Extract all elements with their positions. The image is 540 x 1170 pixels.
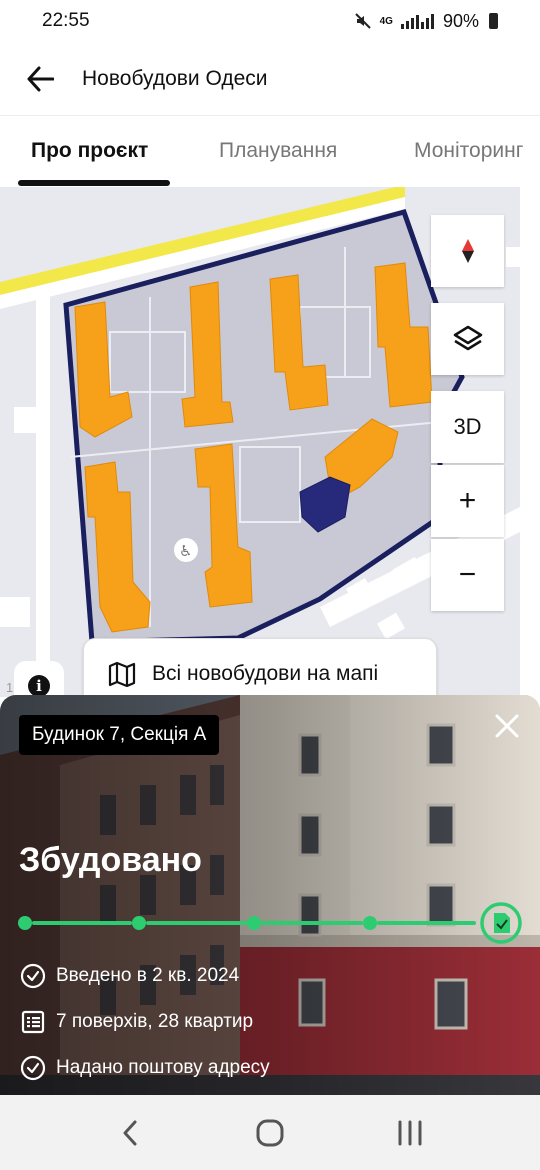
system-nav-bar — [0, 1095, 540, 1170]
status-icons: 4G 90% — [354, 11, 498, 32]
check-circle-icon — [20, 1055, 46, 1081]
battery-icon — [489, 13, 498, 29]
3d-button[interactable]: 3D — [431, 391, 504, 463]
building-card: Будинок 7, Секція А Збудовано Введено в … — [0, 695, 540, 1095]
status-time: 22:55 — [42, 10, 90, 31]
page-title: Новобудови Одеси — [82, 66, 268, 90]
site-map[interactable]: 16 ♿ — [0, 187, 520, 697]
progress-step-4 — [363, 916, 377, 930]
section-badge: Будинок 7, Секція А — [19, 715, 220, 755]
home-nav-icon — [256, 1119, 284, 1146]
list-icon — [21, 1010, 45, 1034]
fact-address-text: Надано поштову адресу — [56, 1057, 270, 1078]
svg-text:♿: ♿ — [179, 543, 192, 560]
zoom-in-button[interactable]: + — [431, 465, 504, 537]
layers-button[interactable] — [431, 303, 504, 375]
fact-floors-text: 7 поверхів, 28 квартир — [56, 1011, 254, 1032]
fact-commissioned-text: Введено в 2 кв. 2024 — [56, 965, 240, 986]
tab-planning[interactable]: Планування — [219, 139, 337, 163]
all-buildings-map-label: Всі новобудови на мапі — [152, 662, 379, 685]
progress-step-3 — [247, 916, 261, 930]
progress-step-2 — [132, 916, 146, 930]
back-nav-icon — [123, 1120, 137, 1145]
nav-back-button[interactable] — [100, 1103, 160, 1163]
check-circle-icon — [20, 963, 46, 989]
tab-monitoring[interactable]: Моніторинг — [414, 139, 523, 163]
tab-bar: Про проєкт Планування Моніторинг — [0, 117, 540, 187]
signal-icon — [400, 14, 434, 29]
map-icon — [108, 661, 136, 687]
layers-icon — [453, 325, 482, 351]
progress-step-1 — [18, 916, 32, 930]
compass-icon — [461, 239, 474, 263]
status-bar: 22:55 4G 90% — [0, 0, 540, 42]
nav-home-button[interactable] — [240, 1103, 300, 1163]
progress-step-5 — [480, 902, 522, 944]
network-type: 4G — [379, 15, 393, 27]
nav-recents-button[interactable] — [380, 1103, 440, 1163]
fact-commissioned: Введено в 2 кв. 2024 — [20, 953, 270, 999]
app-header: Новобудови Одеси — [0, 42, 540, 116]
close-icon[interactable] — [494, 713, 520, 739]
mute-icon — [354, 13, 371, 29]
building-facts: Введено в 2 кв. 2024 7 поверхів, 28 квар… — [20, 953, 270, 1091]
construction-progress — [18, 902, 522, 944]
active-tab-indicator — [18, 180, 170, 186]
fact-floors: 7 поверхів, 28 квартир — [20, 999, 270, 1045]
construction-status: Збудовано — [19, 841, 202, 879]
battery-percent: 90% — [442, 10, 479, 31]
tab-about-project[interactable]: Про проєкт — [31, 139, 148, 163]
zoom-out-button[interactable]: − — [431, 539, 504, 611]
recents-nav-icon — [398, 1120, 422, 1145]
compass-button[interactable] — [431, 215, 504, 287]
fact-address: Надано поштову адресу — [20, 1045, 270, 1091]
arrow-left-icon[interactable] — [26, 66, 54, 92]
info-icon: i — [28, 675, 50, 697]
